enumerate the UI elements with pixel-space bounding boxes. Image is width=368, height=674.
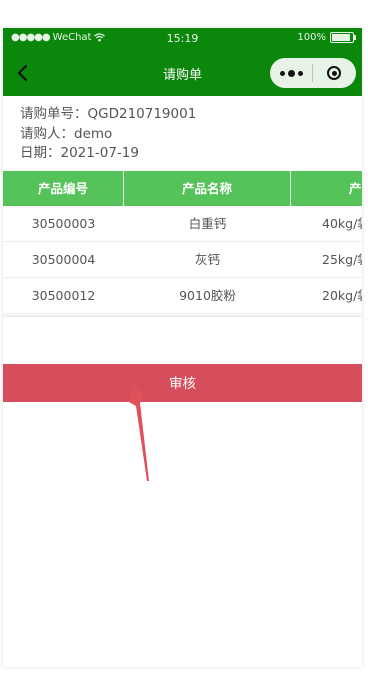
approve-button[interactable]: 审核	[3, 364, 362, 402]
date-label: 日期：	[20, 145, 61, 161]
header-product-spec: 产品	[291, 171, 362, 206]
order-number-label: 请购单号：	[20, 106, 88, 122]
nav-bar: 请购单	[3, 50, 362, 96]
cell-product-name: 灰钙	[194, 252, 220, 267]
battery-icon	[330, 32, 356, 43]
close-button[interactable]	[313, 58, 355, 88]
order-info: 请购单号：QGD210719001 请购人：demo 日期：2021-07-19	[20, 105, 196, 164]
cell-product-code: 30500012	[31, 288, 96, 303]
table-row[interactable]: 30500012 9010胶粉 20kg/袋	[3, 278, 362, 314]
requester-value: demo	[74, 125, 113, 142]
mini-program-capsule	[270, 58, 356, 88]
table-row[interactable]: 30500004 灰钙 25kg/袋	[3, 242, 362, 278]
cell-product-spec: 20kg/袋	[322, 288, 362, 303]
cell-product-spec: 40kg/袋	[322, 216, 362, 231]
table-row[interactable]: 30500003 白重钙 40kg/袋	[3, 206, 362, 242]
cell-product-name: 9010胶粉	[179, 288, 236, 303]
date-value: 2021-07-19	[60, 145, 139, 161]
header-product-name: 产品名称	[124, 171, 291, 206]
requester-row: 请购人：demo	[20, 125, 196, 145]
status-right: 100%	[297, 32, 356, 43]
product-table[interactable]: 产品编号 产品名称 产品 30500003 白重钙 40kg/袋 3050000…	[3, 171, 362, 315]
cell-product-code: 30500003	[31, 216, 96, 231]
status-bar: ●●●●● WeChat 15:19 100%	[3, 28, 362, 50]
requester-label: 请购人：	[20, 125, 74, 142]
order-number-value: QGD210719001	[87, 106, 197, 122]
more-button[interactable]	[270, 58, 312, 88]
battery-percent: 100%	[297, 32, 326, 43]
order-number-row: 请购单号：QGD210719001	[20, 105, 196, 125]
date-row: 日期：2021-07-19	[20, 144, 196, 164]
screenshot-canvas: ●●●●● WeChat 15:19 100% 请购单 请购单号：QGD2107…	[0, 0, 368, 674]
battery-fill	[332, 34, 350, 41]
cell-product-spec: 25kg/袋	[322, 252, 362, 267]
cell-product-name: 白重钙	[188, 216, 227, 231]
cell-product-code: 30500004	[31, 252, 96, 267]
header-product-code: 产品编号	[3, 171, 124, 206]
phone-screen: ●●●●● WeChat 15:19 100% 请购单 请购单号：QGD2107…	[3, 28, 362, 667]
table-header: 产品编号 产品名称 产品	[3, 171, 362, 206]
more-dots-icon	[279, 69, 303, 77]
target-close-icon	[327, 66, 341, 80]
table-body: 30500003 白重钙 40kg/袋 30500004 灰钙 25kg/袋 3…	[3, 206, 362, 314]
